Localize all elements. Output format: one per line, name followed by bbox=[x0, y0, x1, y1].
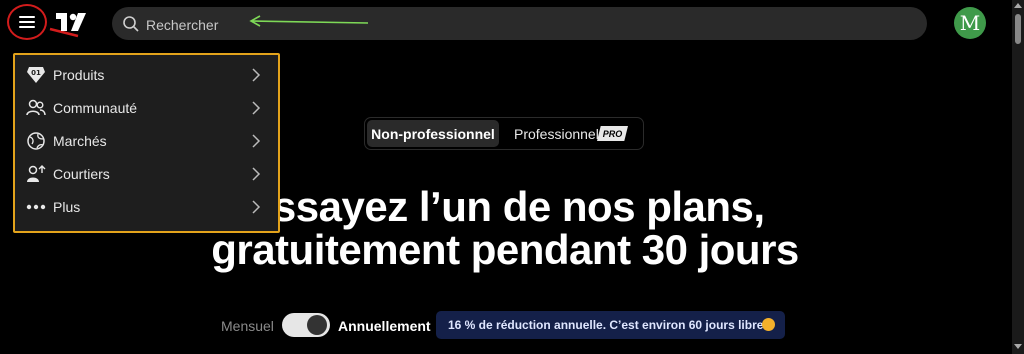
heart-eyes-emoji-icon bbox=[762, 318, 775, 331]
menu-item-label: Marchés bbox=[53, 133, 107, 149]
menu-item-label: Courtiers bbox=[53, 166, 110, 182]
chevron-right-icon bbox=[252, 167, 261, 181]
chevron-right-icon bbox=[252, 200, 261, 214]
globe-icon bbox=[27, 132, 45, 150]
search-icon bbox=[123, 16, 139, 32]
chevron-right-icon bbox=[252, 68, 261, 82]
menu-item-plus[interactable]: Plus bbox=[15, 190, 278, 223]
tradingview-logo-icon[interactable] bbox=[56, 13, 86, 31]
main-menu-button[interactable] bbox=[7, 4, 47, 40]
scroll-down-arrow-icon[interactable] bbox=[1014, 344, 1022, 349]
monthly-label[interactable]: Mensuel bbox=[221, 318, 274, 334]
menu-item-marches[interactable]: Marchés bbox=[15, 124, 278, 157]
more-dots-icon bbox=[26, 204, 46, 210]
chevron-right-icon bbox=[252, 101, 261, 115]
annual-discount-badge: 16 % de réduction annuelle. C’est enviro… bbox=[436, 311, 785, 339]
menu-item-courtiers[interactable]: Courtiers bbox=[15, 157, 278, 190]
hamburger-icon bbox=[19, 16, 35, 28]
menu-item-label: Plus bbox=[53, 199, 81, 215]
menu-item-label: Produits bbox=[53, 67, 105, 83]
yearly-label[interactable]: Annuellement bbox=[338, 318, 431, 334]
menu-item-communaute[interactable]: Communauté bbox=[15, 91, 278, 124]
tab-professionnel[interactable]: Professionnel bbox=[514, 126, 599, 142]
search-bar[interactable] bbox=[112, 7, 927, 42]
chevron-right-icon bbox=[252, 134, 261, 148]
promo-text: 16 % de réduction annuelle. C’est enviro… bbox=[448, 318, 764, 332]
tab-non-professionnel[interactable]: Non-professionnel bbox=[367, 120, 499, 147]
scrollbar-thumb[interactable] bbox=[1015, 14, 1021, 44]
scroll-up-arrow-icon[interactable] bbox=[1014, 3, 1022, 8]
main-menu-dropdown: 01 Produits Communauté Marchés Courtiers bbox=[13, 53, 280, 233]
toggle-knob[interactable] bbox=[307, 315, 327, 335]
pro-badge: PRO bbox=[597, 126, 628, 141]
user-avatar[interactable]: M bbox=[954, 7, 986, 39]
broker-icon bbox=[27, 165, 46, 182]
menu-item-produits[interactable]: 01 Produits bbox=[15, 58, 278, 91]
scrollbar[interactable] bbox=[1012, 0, 1024, 354]
people-icon bbox=[26, 99, 46, 116]
green-annotation-arrow-icon bbox=[249, 15, 369, 27]
svg-text:01: 01 bbox=[31, 69, 41, 77]
menu-item-label: Communauté bbox=[53, 100, 138, 116]
hero-title-line-2: gratuitement pendant 30 jours bbox=[211, 226, 799, 273]
diamond-icon: 01 bbox=[27, 67, 45, 83]
